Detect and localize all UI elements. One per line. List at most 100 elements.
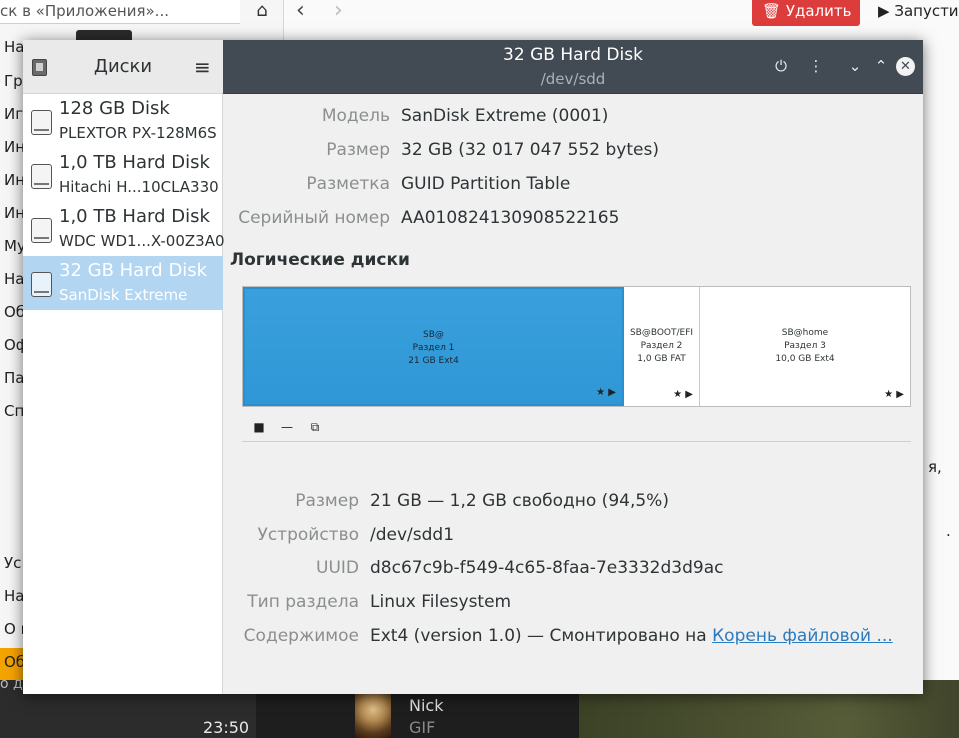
partition-map: SB@ Раздел 1 21 GB Ext4 ★ ▶ SB@BOOT/EFI …	[242, 286, 911, 407]
play-icon: ▶	[608, 387, 616, 398]
minimize-icon[interactable]: ⌄	[844, 55, 866, 77]
drive-prop-value: 32 GB (32 017 047 552 bytes)	[401, 140, 659, 160]
device-item-selected[interactable]: 32 GB Hard Disk SanDisk Extreme	[23, 256, 223, 310]
forward-arrow-icon[interactable]: ›	[334, 0, 343, 23]
partition-label: SB@BOOT/EFI Раздел 2 1,0 GB FAT	[624, 327, 699, 366]
sidebar-header: Диски ≡	[23, 40, 223, 94]
launch-button[interactable]: ▶ Запусти	[876, 0, 959, 26]
bg-bottom-item[interactable]: На	[4, 587, 24, 605]
device-name: 1,0 TB Hard Disk	[59, 206, 210, 227]
partition-size: 1,0 GB FAT	[637, 354, 686, 364]
bg-text-fragment: я,	[928, 458, 942, 476]
volume-prop-label: UUID	[316, 558, 359, 578]
partition-status-icons: ★ ▶	[884, 389, 904, 400]
bg-category-item[interactable]: Об	[4, 303, 25, 321]
hamburger-menu-icon[interactable]: ≡	[194, 55, 211, 79]
device-name: 128 GB Disk	[59, 98, 170, 119]
bg-category-item[interactable]: Ин	[4, 204, 25, 222]
partition-name: SB@	[423, 330, 444, 340]
chat-name: Nick	[409, 696, 444, 715]
bg-text-fragment: .	[946, 522, 951, 540]
settings-icon[interactable]: ⧉	[306, 418, 324, 436]
device-model: Hitachi H...10CLA330	[59, 178, 219, 196]
hard-disk-icon	[31, 218, 52, 243]
drive-prop-value: SanDisk Extreme (0001)	[401, 106, 609, 126]
star-icon: ★	[596, 387, 606, 398]
bg-search-input[interactable]: ск в «Приложения»...	[0, 0, 240, 24]
bg-category-item[interactable]: На	[4, 38, 24, 56]
volumes-section-title: Логические диски	[230, 250, 410, 270]
drive-prop-label: Модель	[321, 106, 390, 126]
partition-label: SB@ Раздел 1 21 GB Ext4	[245, 329, 622, 368]
trash-icon: 🗑	[762, 2, 782, 20]
play-icon: ▶	[685, 389, 693, 400]
avatar[interactable]	[355, 692, 391, 738]
disks-window: Диски ≡ 32 GB Hard Disk /dev/sdd ⏻ ⋮ ⌄ ⌃…	[23, 40, 923, 694]
partition-name: SB@BOOT/EFI	[629, 328, 694, 338]
partition-block-selected[interactable]: SB@ Раздел 1 21 GB Ext4 ★ ▶	[243, 287, 624, 406]
bg-category-item[interactable]: Ин	[4, 138, 25, 156]
sidebar-title: Диски	[93, 56, 153, 77]
delete-button[interactable]: 🗑 Удалить	[752, 0, 860, 26]
drive-details: Модель SanDisk Extreme (0001) Размер 32 …	[224, 94, 923, 694]
partition-status-icons: ★ ▶	[596, 387, 616, 398]
maximize-icon[interactable]: ⌃	[870, 55, 892, 77]
bg-category-item[interactable]: Па	[4, 369, 24, 387]
bg-category-item[interactable]: На	[4, 270, 24, 288]
power-icon[interactable]: ⏻	[770, 55, 792, 77]
bg-category-item[interactable]: Сп	[4, 402, 24, 420]
hard-disk-icon	[31, 164, 52, 189]
star-icon: ★	[884, 389, 894, 400]
volume-prop-value: 21 GB — 1,2 GB свободно (94,5%)	[370, 491, 669, 511]
volume-prop-label: Содержимое	[243, 626, 359, 646]
partition-size: 21 GB Ext4	[408, 356, 459, 366]
volume-prop-label: Устройство	[257, 525, 359, 545]
launch-label: Запусти	[894, 2, 959, 20]
device-model: PLEXTOR PX-128M6S	[59, 124, 217, 142]
device-model: SanDisk Extreme	[59, 286, 188, 304]
volume-prop-value: /dev/sdd1	[370, 525, 455, 545]
device-item[interactable]: 1,0 TB Hard Disk WDC WD1...X-00Z3A0	[23, 202, 225, 256]
stop-icon[interactable]: ■	[250, 418, 268, 436]
bg-category-item[interactable]: Ин	[4, 171, 25, 189]
clock[interactable]: 23:50	[203, 718, 249, 737]
drive-prop-value: GUID Partition Table	[401, 174, 571, 194]
content-text: Ext4 (version 1.0) — Смонтировано на	[370, 626, 713, 646]
delete-label: Удалить	[785, 2, 852, 20]
volume-prop-label: Тип раздела	[247, 592, 359, 612]
remove-icon[interactable]: —	[278, 418, 296, 436]
device-name: 32 GB Hard Disk	[59, 260, 208, 281]
partition-status-icons: ★ ▶	[673, 389, 693, 400]
bg-bottom-item[interactable]: Ус	[4, 554, 21, 572]
titlebar[interactable]: 32 GB Hard Disk /dev/sdd ⏻ ⋮ ⌄ ⌃ ✕	[223, 40, 923, 94]
partition-block[interactable]: SB@home Раздел 3 10,0 GB Ext4 ★ ▶	[700, 287, 910, 406]
back-arrow-icon[interactable]: ‹	[296, 0, 305, 23]
home-icon[interactable]: ⌂	[247, 0, 277, 24]
volume-prop-value: Linux Filesystem	[370, 592, 512, 612]
device-list: 128 GB Disk PLEXTOR PX-128M6S 1,0 TB Har…	[23, 94, 225, 694]
play-icon: ▶	[896, 389, 904, 400]
partition-number: Раздел 3	[784, 341, 826, 351]
device-model: WDC WD1...X-00Z3A0	[59, 232, 225, 250]
drive-prop-label: Разметка	[306, 174, 390, 194]
close-icon[interactable]: ✕	[896, 57, 915, 76]
partition-size: 10,0 GB Ext4	[775, 354, 835, 364]
drive-prop-value: AA010824130908522165	[401, 208, 620, 228]
partition-block[interactable]: SB@BOOT/EFI Раздел 2 1,0 GB FAT ★ ▶	[624, 287, 700, 406]
volume-prop-value: d8c67c9b-f549-4c65-8faa-7e3332d3d9ac	[370, 558, 724, 578]
bg-category-item[interactable]: Иг	[4, 105, 23, 123]
volume-prop-label: Размер	[295, 491, 359, 511]
partition-name: SB@home	[781, 328, 829, 338]
hard-disk-icon	[31, 272, 52, 297]
more-options-icon[interactable]: ⋮	[805, 55, 827, 77]
device-item[interactable]: 128 GB Disk PLEXTOR PX-128M6S	[23, 94, 223, 148]
device-item[interactable]: 1,0 TB Hard Disk Hitachi H...10CLA330	[23, 148, 223, 202]
bg-bottom-item[interactable]: Об	[4, 653, 25, 671]
drive-prop-label: Размер	[326, 140, 390, 160]
partition-label: SB@home Раздел 3 10,0 GB Ext4	[700, 327, 910, 366]
partition-toolbar: ■ — ⧉	[242, 412, 911, 442]
mount-point-link[interactable]: Корень файловой ...	[712, 626, 893, 646]
star-icon: ★	[673, 389, 683, 400]
chat-subtitle: GIF	[409, 718, 436, 737]
device-name: 1,0 TB Hard Disk	[59, 152, 210, 173]
